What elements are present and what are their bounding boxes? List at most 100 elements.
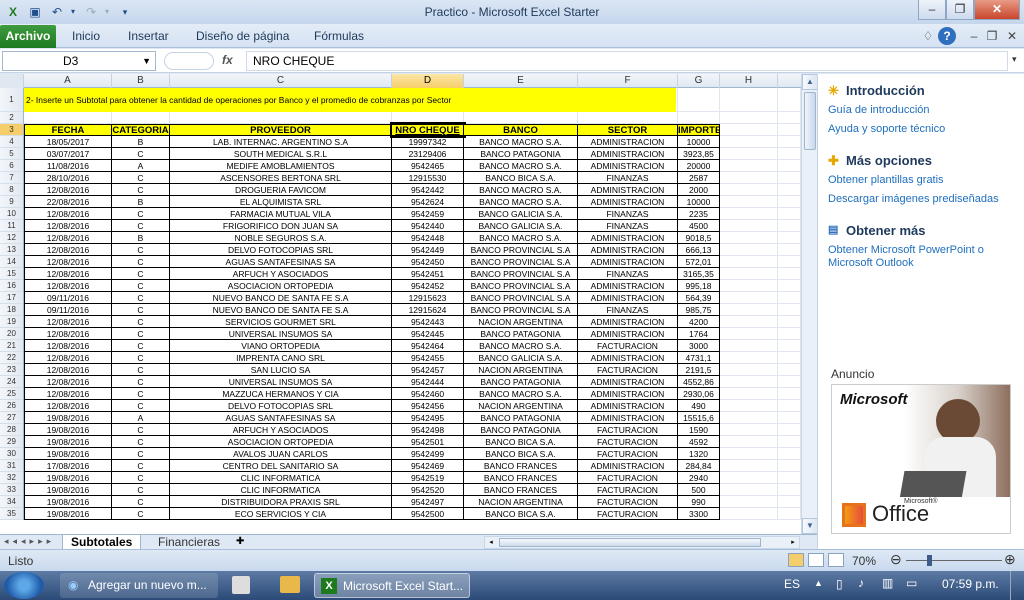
sheet-nav-icons[interactable]: ◂◂◂▸▸▸ — [4, 536, 55, 547]
data-cell[interactable]: 9542464 — [392, 340, 464, 352]
row-header[interactable]: 25 — [0, 388, 23, 400]
page-break-view-icon[interactable] — [828, 553, 844, 567]
tab-archivo[interactable]: Archivo — [0, 25, 56, 48]
data-cell[interactable]: ADMINISTRACION — [578, 280, 678, 292]
header-cell[interactable]: SECTOR — [578, 124, 678, 136]
data-cell[interactable]: 9542499 — [392, 448, 464, 460]
data-cell[interactable]: ADMINISTRACION — [578, 328, 678, 340]
data-cell[interactable]: 572,01 — [678, 256, 720, 268]
data-cell[interactable]: BANCO FRANCES — [464, 460, 578, 472]
row-header[interactable]: 7 — [0, 172, 23, 184]
data-cell[interactable]: 12/08/2016 — [24, 280, 112, 292]
data-cell[interactable]: 12915623 — [392, 292, 464, 304]
data-cell[interactable]: 12/08/2016 — [24, 388, 112, 400]
data-cell[interactable]: 9542443 — [392, 316, 464, 328]
data-cell[interactable]: ADMINISTRACION — [578, 292, 678, 304]
header-cell[interactable]: PROVEEDOR — [170, 124, 392, 136]
close-button[interactable]: ✕ — [974, 0, 1020, 20]
data-cell[interactable]: 666,13 — [678, 244, 720, 256]
horizontal-scrollbar[interactable]: ◂ ▸ — [484, 536, 800, 549]
data-cell[interactable]: 2000 — [678, 184, 720, 196]
data-cell[interactable]: DELVO FOTOCOPIAS SRL — [170, 400, 392, 412]
data-cell[interactable]: 4200 — [678, 316, 720, 328]
data-cell[interactable]: BANCO PROVINCIAL S.A — [464, 244, 578, 256]
data-cell[interactable]: BANCO PROVINCIAL S.A — [464, 280, 578, 292]
data-cell[interactable]: C — [112, 460, 170, 472]
scroll-thumb[interactable] — [804, 92, 816, 150]
empty-cell[interactable] — [24, 112, 112, 124]
data-cell[interactable]: ECO SERVICIOS Y CIA — [170, 508, 392, 520]
data-cell[interactable]: NACION ARGENTINA — [464, 496, 578, 508]
data-cell[interactable]: MEDIFE AMOBLAMIENTOS — [170, 160, 392, 172]
data-cell[interactable]: 3000 — [678, 340, 720, 352]
row-header[interactable]: 16 — [0, 280, 23, 292]
data-cell[interactable]: 9542498 — [392, 424, 464, 436]
data-cell[interactable]: 12/08/2016 — [24, 268, 112, 280]
row-header[interactable]: 17 — [0, 292, 23, 304]
data-cell[interactable]: 19/08/2016 — [24, 448, 112, 460]
row-header[interactable]: 19 — [0, 316, 23, 328]
row-header[interactable]: 3 — [0, 124, 23, 136]
data-cell[interactable]: FACTURACION — [578, 436, 678, 448]
data-cell[interactable]: C — [112, 496, 170, 508]
data-cell[interactable]: 9542500 — [392, 508, 464, 520]
data-cell[interactable]: ADMINISTRACION — [578, 316, 678, 328]
data-cell[interactable]: 4552,86 — [678, 376, 720, 388]
data-cell[interactable]: 19/08/2016 — [24, 496, 112, 508]
data-cell[interactable]: 19/08/2016 — [24, 484, 112, 496]
data-cell[interactable]: C — [112, 244, 170, 256]
data-cell[interactable]: NACION ARGENTINA — [464, 316, 578, 328]
data-cell[interactable]: 990 — [678, 496, 720, 508]
data-cell[interactable]: 3300 — [678, 508, 720, 520]
data-cell[interactable]: BANCO PROVINCIAL S.A — [464, 304, 578, 316]
data-cell[interactable]: C — [112, 172, 170, 184]
data-cell[interactable]: ADMINISTRACION — [578, 376, 678, 388]
zoom-in-icon[interactable]: ⊕ — [1004, 551, 1016, 568]
data-cell[interactable]: 1320 — [678, 448, 720, 460]
data-cell[interactable]: ADMINISTRACION — [578, 256, 678, 268]
data-cell[interactable]: BANCO MACRO S.A. — [464, 196, 578, 208]
data-cell[interactable]: ASCENSORES BERTONA SRL — [170, 172, 392, 184]
data-cell[interactable]: ASOCIACION ORTOPEDIA — [170, 436, 392, 448]
data-cell[interactable]: 2587 — [678, 172, 720, 184]
row-header[interactable]: 18 — [0, 304, 23, 316]
row-header[interactable]: 31 — [0, 460, 23, 472]
data-cell[interactable]: IMPRENTA CANO SRL — [170, 352, 392, 364]
data-cell[interactable]: C — [112, 148, 170, 160]
select-all-corner[interactable] — [0, 74, 24, 88]
data-cell[interactable]: 20000 — [678, 160, 720, 172]
row-header[interactable]: 20 — [0, 328, 23, 340]
data-cell[interactable]: 9542465 — [392, 160, 464, 172]
data-cell[interactable]: AVALOS JUAN CARLOS — [170, 448, 392, 460]
taskbar-excel[interactable]: X Microsoft Excel Start... — [314, 573, 470, 598]
data-cell[interactable]: 2940 — [678, 472, 720, 484]
row-header[interactable]: 28 — [0, 424, 23, 436]
column-header-e[interactable]: E — [464, 74, 578, 88]
start-button[interactable] — [4, 572, 44, 599]
data-cell[interactable]: NUEVO BANCO DE SANTA FE S.A — [170, 304, 392, 316]
data-cell[interactable]: C — [112, 448, 170, 460]
empty-cell[interactable] — [464, 112, 578, 124]
data-cell[interactable]: C — [112, 484, 170, 496]
data-cell[interactable]: 564,39 — [678, 292, 720, 304]
data-cell[interactable]: 12/08/2016 — [24, 184, 112, 196]
data-cell[interactable]: A — [112, 412, 170, 424]
data-cell[interactable]: ADMINISTRACION — [578, 388, 678, 400]
data-cell[interactable]: CLIC INFORMATICA — [170, 472, 392, 484]
data-cell[interactable]: 9542455 — [392, 352, 464, 364]
h-scroll-thumb[interactable] — [499, 538, 761, 547]
clock[interactable]: 07:59 p.m. — [942, 577, 999, 591]
data-cell[interactable]: FACTURACION — [578, 448, 678, 460]
data-cell[interactable]: 9542445 — [392, 328, 464, 340]
data-cell[interactable]: 2235 — [678, 208, 720, 220]
row-header[interactable]: 32 — [0, 472, 23, 484]
data-cell[interactable]: BANCO GALICIA S.A. — [464, 220, 578, 232]
data-cell[interactable]: C — [112, 292, 170, 304]
data-cell[interactable]: BANCO PROVINCIAL S.A — [464, 268, 578, 280]
data-cell[interactable]: 9542460 — [392, 388, 464, 400]
data-cell[interactable]: FRIGORIFICO DON JUAN SA — [170, 220, 392, 232]
insert-function-icon[interactable]: fx — [222, 53, 233, 67]
insert-sheet-icon[interactable]: ✚ — [228, 535, 252, 550]
data-cell[interactable]: 4500 — [678, 220, 720, 232]
data-cell[interactable]: 12/08/2016 — [24, 340, 112, 352]
